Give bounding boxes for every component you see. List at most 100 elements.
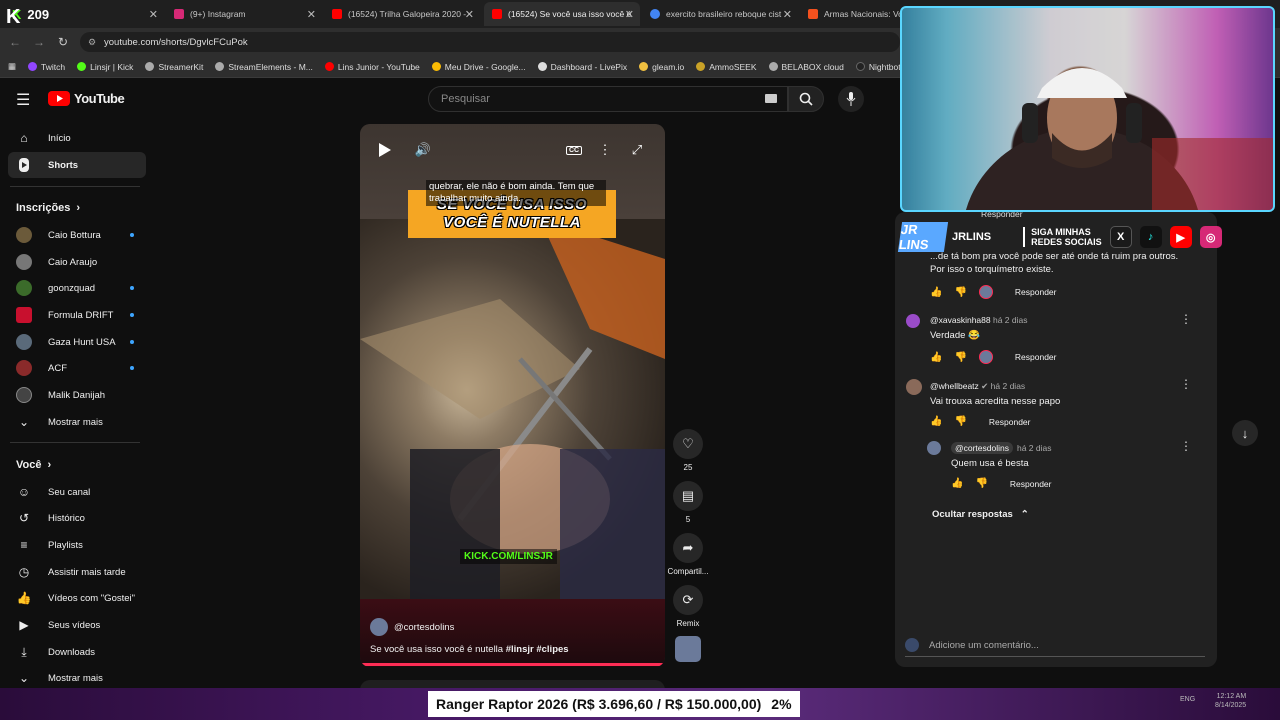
- bookmark-belabox[interactable]: BELABOX cloud: [768, 62, 844, 72]
- reply-button[interactable]: Responder: [1015, 287, 1057, 297]
- subscriptions-show-more[interactable]: ⌄ Mostrar mais: [8, 409, 146, 435]
- commenter-avatar[interactable]: [906, 314, 920, 328]
- subscription-item[interactable]: Caio Bottura: [8, 222, 146, 248]
- sidebar-item-your-videos[interactable]: ▶ Seus vídeos: [8, 612, 146, 638]
- comment-menu-icon[interactable]: ⋮: [1180, 312, 1192, 326]
- close-tab-icon[interactable]: ✕: [783, 8, 792, 21]
- video-channel[interactable]: @cortesdolins: [370, 618, 454, 636]
- reply-button[interactable]: Responder: [989, 417, 1031, 427]
- x-twitter-icon: X: [1109, 226, 1132, 248]
- subscription-item[interactable]: ACF: [8, 355, 146, 381]
- close-tab-icon[interactable]: ✕: [149, 8, 158, 21]
- bookmark-drive[interactable]: Meu Drive - Google...: [431, 62, 526, 72]
- comment-author[interactable]: @whellbeatz: [930, 381, 979, 391]
- apps-icon[interactable]: ▦: [8, 61, 16, 72]
- history-icon: ↺: [18, 511, 30, 525]
- you-heading[interactable]: Você ›: [16, 459, 51, 471]
- bookmark-livepix[interactable]: Dashboard - LivePix: [537, 62, 627, 72]
- menu-icon[interactable]: ☰: [16, 90, 30, 110]
- reply-button[interactable]: Responder: [1010, 479, 1052, 489]
- captions-button[interactable]: CC: [561, 137, 587, 163]
- subscription-item[interactable]: goonzquad: [8, 275, 146, 301]
- search-input[interactable]: Pesquisar: [428, 86, 788, 112]
- volume-button[interactable]: 🔊: [410, 137, 436, 163]
- keyboard-icon[interactable]: [765, 94, 777, 103]
- reply-button[interactable]: Responder: [1015, 352, 1057, 362]
- voice-search-button[interactable]: [838, 86, 864, 112]
- tab-trilha[interactable]: (16524) Trilha Galopeira 2020 - ✕: [324, 2, 480, 26]
- close-tab-icon[interactable]: ✕: [307, 8, 316, 21]
- like-button[interactable]: ♡: [673, 429, 703, 459]
- hashtags[interactable]: #linsjr #clipes: [506, 644, 569, 655]
- comments-button[interactable]: ▤: [673, 481, 703, 511]
- like-action[interactable]: ♡ 25: [668, 429, 708, 472]
- shorts-video-player[interactable]: SE VOCÊ USA ISSO VOCÊ É NUTELLA quebrar,…: [360, 124, 665, 667]
- bookmark-kick[interactable]: Linsjr | Kick: [77, 62, 133, 72]
- bookmark-streamelements[interactable]: StreamElements - M...: [215, 62, 313, 72]
- bookmark-twitch[interactable]: Twitch: [28, 62, 65, 72]
- bookmark-ammoseek[interactable]: AmmoSEEK: [696, 62, 757, 72]
- comment-author[interactable]: @xavaskinha88: [930, 315, 991, 325]
- subscription-item[interactable]: Formula DRIFT: [8, 302, 146, 328]
- reload-icon[interactable]: ↻: [54, 35, 72, 49]
- sidebar-item-playlists[interactable]: ≡ Playlists: [8, 532, 146, 558]
- channel-name[interactable]: @cortesdolins: [394, 622, 454, 633]
- heart-icon: ♡: [682, 436, 694, 451]
- add-comment-input[interactable]: Adicione um comentário...: [905, 638, 1205, 657]
- play-button[interactable]: [372, 137, 398, 163]
- tab-armas[interactable]: Armas Nacionais: Volk: [800, 2, 900, 26]
- comment-actions: 👍 👎 Responder: [951, 478, 1052, 489]
- sidebar-item-home[interactable]: ⌂ Início: [8, 125, 146, 151]
- clock-time: 12:12 AM: [1216, 693, 1247, 700]
- tab-current-short[interactable]: (16524) Se você usa isso você é ✕: [484, 2, 640, 26]
- thumbs-down-icon[interactable]: 👎: [954, 287, 966, 298]
- thumbs-down-icon[interactable]: 👎: [954, 416, 966, 427]
- thumbs-up-icon[interactable]: 👍: [930, 287, 942, 298]
- sidebar-item-history[interactable]: ↺ Histórico: [8, 505, 146, 531]
- remix-action[interactable]: ⟳ Remix: [668, 585, 708, 628]
- url-field[interactable]: ⚙ youtube.com/shorts/DgvlcFCuPok: [80, 32, 900, 52]
- bookmark-gleam[interactable]: gleam.io: [639, 62, 684, 72]
- thumbs-down-icon[interactable]: 👎: [954, 352, 966, 363]
- sidebar-item-liked-videos[interactable]: 👍 Vídeos com "Gostei": [8, 585, 146, 611]
- thumbs-up-icon[interactable]: 👍: [930, 352, 942, 363]
- tab-google[interactable]: exercito brasileiro reboque cist ✕: [642, 2, 798, 26]
- commenter-avatar[interactable]: [906, 379, 922, 395]
- sidebar-item-watch-later[interactable]: ◷ Assistir mais tarde: [8, 559, 146, 585]
- commenter-avatar[interactable]: [927, 441, 941, 455]
- sound-thumbnail[interactable]: [675, 636, 701, 662]
- search-button[interactable]: [788, 86, 824, 112]
- comments-action[interactable]: ▤ 5: [668, 481, 708, 524]
- youtube-logo[interactable]: YouTube: [48, 91, 125, 106]
- bookmark-youtube[interactable]: Lins Junior - YouTube: [324, 62, 420, 72]
- back-icon[interactable]: ←: [6, 35, 24, 49]
- remix-button[interactable]: ⟳: [673, 585, 703, 615]
- site-info-icon[interactable]: ⚙: [88, 37, 96, 48]
- comment-menu-icon[interactable]: ⋮: [1180, 377, 1192, 391]
- share-action[interactable]: ➦ Compartil...: [668, 533, 708, 576]
- fullscreen-button[interactable]: ⤢: [624, 137, 650, 163]
- volume-icon: 🔊: [414, 142, 432, 157]
- close-tab-icon[interactable]: ✕: [625, 8, 634, 21]
- thumbs-up-icon[interactable]: 👍: [951, 478, 963, 489]
- sidebar-item-your-channel[interactable]: ☺ Seu canal: [8, 479, 146, 505]
- close-tab-icon[interactable]: ✕: [465, 8, 474, 21]
- subscriptions-heading[interactable]: Inscrições ›: [16, 202, 80, 214]
- next-short-button[interactable]: ↓: [1232, 420, 1258, 446]
- subscription-item[interactable]: Caio Araujo: [8, 249, 146, 275]
- share-button[interactable]: ➦: [673, 533, 703, 563]
- tab-instagram[interactable]: (9+) Instagram ✕: [166, 2, 322, 26]
- creator-badge-author[interactable]: @cortesdolins: [951, 442, 1013, 454]
- thumbs-up-icon[interactable]: 👍: [930, 416, 942, 427]
- subscription-item[interactable]: Malik Danijah: [8, 382, 146, 408]
- sidebar-item-shorts[interactable]: Shorts: [8, 152, 146, 178]
- video-progress-bar[interactable]: [360, 663, 665, 666]
- thumbs-down-icon[interactable]: 👎: [975, 478, 987, 489]
- hide-replies-button[interactable]: Ocultar respostas ⌃: [932, 509, 1029, 520]
- subscription-item[interactable]: Gaza Hunt USA: [8, 329, 146, 355]
- more-options-button[interactable]: ⋮: [592, 137, 618, 163]
- bookmark-streamerkit[interactable]: StreamerKit: [145, 62, 203, 72]
- comment-menu-icon[interactable]: ⋮: [1180, 439, 1192, 453]
- sidebar-item-downloads[interactable]: ⤓ Downloads: [8, 639, 146, 665]
- forward-icon[interactable]: →: [30, 35, 48, 49]
